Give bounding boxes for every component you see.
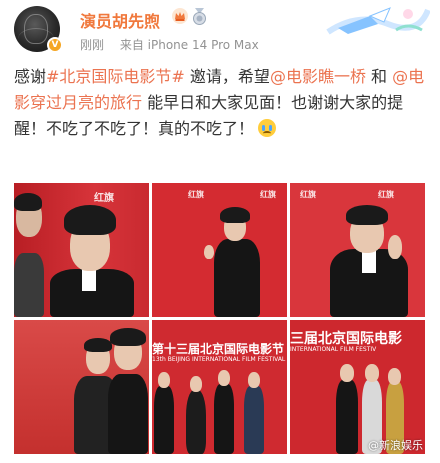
photo-2-logo-right: 红旗	[260, 190, 276, 199]
photo-5-banner: 第十三届北京国际电影节 13th BEIJING INTERNATIONAL F…	[152, 342, 287, 364]
crying-emoji-icon	[258, 119, 277, 137]
photo-3-logo-right: 红旗	[378, 190, 394, 199]
photo-2-logo: 红旗	[188, 190, 204, 199]
photo-5[interactable]: 第十三届北京国际电影节 13th BEIJING INTERNATIONAL F…	[152, 320, 287, 454]
photo-1-logo: 红旗	[94, 193, 114, 204]
post-text: 感谢#北京国际电影节# 邀请，希望@电影瞧一桥 和 @电影穿过月亮的旅行 能早日…	[14, 64, 434, 142]
photo-5-banner-subtitle: 13th BEIJING INTERNATIONAL FILM FESTIVAL	[152, 356, 286, 363]
verified-badge-icon: V	[47, 37, 63, 53]
photo-watermark: @新浪娱乐	[368, 439, 423, 452]
post-text-seg2: 邀请，希望	[184, 67, 270, 86]
hashtag-link[interactable]: #北京国际电影节#	[46, 67, 185, 86]
post-meta: 刚刚 来自 iPhone 14 Pro Max	[80, 36, 271, 53]
post-time: 刚刚	[80, 38, 105, 52]
photo-3[interactable]: 红旗 红旗	[290, 183, 425, 317]
post-header: V 演员胡先煦 刚刚 来自 iPhone 14 Pro Max	[0, 0, 440, 62]
post-source: 来自 iPhone 14 Pro Max	[119, 38, 259, 52]
photo-2[interactable]: 红旗 红旗	[152, 183, 287, 317]
photo-1[interactable]: 红旗	[14, 183, 149, 317]
card-decoration-icon	[326, 7, 430, 35]
post-text-seg1: 感谢	[14, 67, 47, 86]
post-text-seg3: 和	[365, 67, 393, 86]
vip-crown-icon[interactable]	[172, 8, 188, 24]
photo-6-banner-title: 三届北京国际电影	[290, 331, 402, 347]
username[interactable]: 演员胡先煦	[80, 8, 160, 32]
photo-6[interactable]: 三届北京国际电影 INTERNATIONAL FILM FESTIV @新浪娱乐	[290, 320, 425, 454]
mention-link-1[interactable]: @电影瞧一桥	[270, 67, 366, 86]
photo-6-banner: 三届北京国际电影 INTERNATIONAL FILM FESTIV	[290, 332, 425, 354]
medal-icon[interactable]	[192, 8, 207, 25]
photo-4[interactable]	[14, 320, 149, 454]
photo-3-logo: 红旗	[300, 190, 316, 199]
photo-grid: 红旗 红旗 红旗 红旗 红旗 第十三届北京国际电影节 13th BEIJING …	[14, 183, 426, 454]
photo-6-banner-subtitle: INTERNATIONAL FILM FESTIV	[290, 346, 377, 353]
photo-5-banner-title: 第十三届北京国际电影节	[152, 342, 285, 356]
